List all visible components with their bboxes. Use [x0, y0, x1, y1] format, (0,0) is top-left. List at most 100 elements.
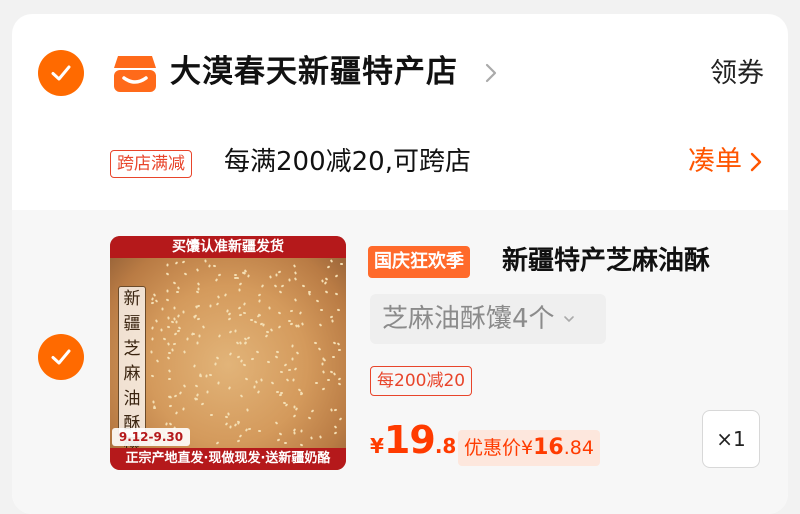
sesame-seed — [204, 259, 207, 263]
sesame-seed — [256, 349, 260, 354]
item-promo-tag: 每200减20 — [370, 366, 473, 396]
shop-logo-icon — [114, 56, 156, 92]
festival-badge: 国庆狂欢季 — [368, 246, 470, 278]
sesame-seed — [212, 264, 216, 268]
sesame-seed — [278, 290, 282, 295]
sesame-seed — [299, 311, 303, 315]
sesame-seed — [293, 367, 298, 372]
sku-selector[interactable]: 芝麻油酥馕4个 — [370, 294, 606, 344]
sesame-seed — [315, 381, 319, 384]
sesame-seed — [330, 259, 334, 264]
sesame-seed — [320, 309, 324, 312]
product-thumbnail[interactable]: 买馕认准新疆发货 新疆芝麻油酥馕 9.12-9.30 正宗产地直发·现做现发·送… — [110, 236, 346, 470]
sesame-seed — [226, 412, 230, 416]
sesame-seed — [336, 342, 341, 346]
sesame-seed — [301, 284, 306, 288]
sesame-seed — [289, 309, 294, 312]
sesame-seed — [165, 263, 169, 267]
sesame-seed — [173, 394, 178, 399]
sesame-seed — [197, 317, 201, 321]
chevron-right-icon[interactable] — [484, 62, 498, 84]
sesame-seed — [291, 357, 294, 361]
sesame-seed — [256, 390, 261, 395]
check-icon — [51, 349, 71, 365]
sesame-seed — [333, 408, 337, 411]
sesame-seed — [318, 435, 322, 440]
sesame-seed — [251, 357, 255, 361]
sesame-seed — [197, 287, 201, 291]
price-integer: 19 — [383, 418, 436, 462]
sesame-seed — [167, 368, 172, 373]
sesame-seed — [260, 378, 263, 383]
shop-name[interactable]: 大漠春天新疆特产店 — [170, 50, 458, 94]
shop-select-checkbox[interactable] — [38, 50, 84, 96]
sesame-seed — [317, 346, 322, 351]
sesame-seed — [326, 265, 331, 269]
sesame-seed — [195, 290, 200, 294]
sesame-seed — [228, 351, 233, 356]
sesame-seed — [238, 282, 243, 286]
sesame-seed — [244, 377, 249, 381]
sesame-seed — [167, 342, 171, 346]
product-title[interactable]: 新疆特产芝麻油酥 — [502, 240, 710, 282]
sesame-seed — [209, 304, 212, 308]
chevron-right-icon — [750, 152, 762, 172]
sesame-seed — [293, 271, 297, 276]
sesame-seed — [168, 378, 172, 381]
sesame-seed — [217, 334, 221, 338]
price-currency: ¥ — [370, 434, 384, 458]
sesame-seed — [277, 270, 282, 274]
sesame-seed — [216, 356, 220, 360]
sesame-seed — [202, 324, 206, 329]
sesame-seed — [201, 402, 205, 406]
sesame-seed — [301, 322, 305, 327]
sesame-seed — [334, 292, 339, 296]
get-coupon-button[interactable]: 领券 — [710, 54, 764, 94]
sesame-seed — [293, 263, 297, 268]
sesame-seed — [176, 329, 181, 333]
add-on-items-button[interactable]: 凑单 — [688, 142, 762, 182]
sesame-seed — [172, 317, 176, 321]
sesame-seed — [240, 394, 244, 398]
sesame-seed — [215, 302, 219, 306]
sesame-seed — [175, 290, 179, 293]
sesame-seed — [225, 421, 229, 426]
sesame-seed — [291, 344, 294, 348]
item-select-checkbox[interactable] — [38, 334, 84, 380]
sesame-seed — [264, 333, 268, 338]
sesame-seed — [285, 378, 290, 382]
sesame-seed — [278, 432, 282, 436]
sesame-seed — [205, 390, 209, 394]
sesame-seed — [294, 298, 298, 302]
sesame-seed — [205, 374, 208, 378]
sesame-seed — [277, 438, 281, 442]
sesame-seed — [275, 351, 279, 354]
sesame-seed — [270, 381, 275, 385]
sesame-seed — [168, 421, 173, 426]
sesame-seed — [151, 336, 155, 341]
sesame-seed — [278, 393, 283, 397]
discount-currency: ¥ — [521, 437, 534, 459]
sesame-seed — [322, 358, 327, 362]
sesame-seed — [326, 378, 330, 381]
sesame-seed — [155, 359, 159, 363]
check-icon — [51, 65, 71, 81]
sesame-seed — [165, 272, 170, 276]
sesame-seed — [281, 284, 285, 288]
sesame-seed — [243, 301, 247, 306]
sesame-seed — [275, 420, 279, 425]
sesame-seed — [237, 355, 241, 359]
sesame-seed — [246, 407, 249, 412]
sesame-seed — [332, 372, 336, 377]
sesame-seed — [196, 341, 199, 345]
sesame-seed — [183, 272, 187, 276]
sesame-seed — [333, 425, 338, 429]
sesame-seed — [186, 337, 189, 341]
sesame-seed — [233, 276, 237, 279]
quantity-selector[interactable]: ×1 — [702, 410, 760, 468]
sesame-seed — [175, 411, 179, 415]
sesame-seed — [242, 311, 246, 315]
sesame-seed — [268, 275, 272, 279]
sesame-seed — [299, 429, 303, 433]
sesame-seed — [193, 364, 196, 368]
